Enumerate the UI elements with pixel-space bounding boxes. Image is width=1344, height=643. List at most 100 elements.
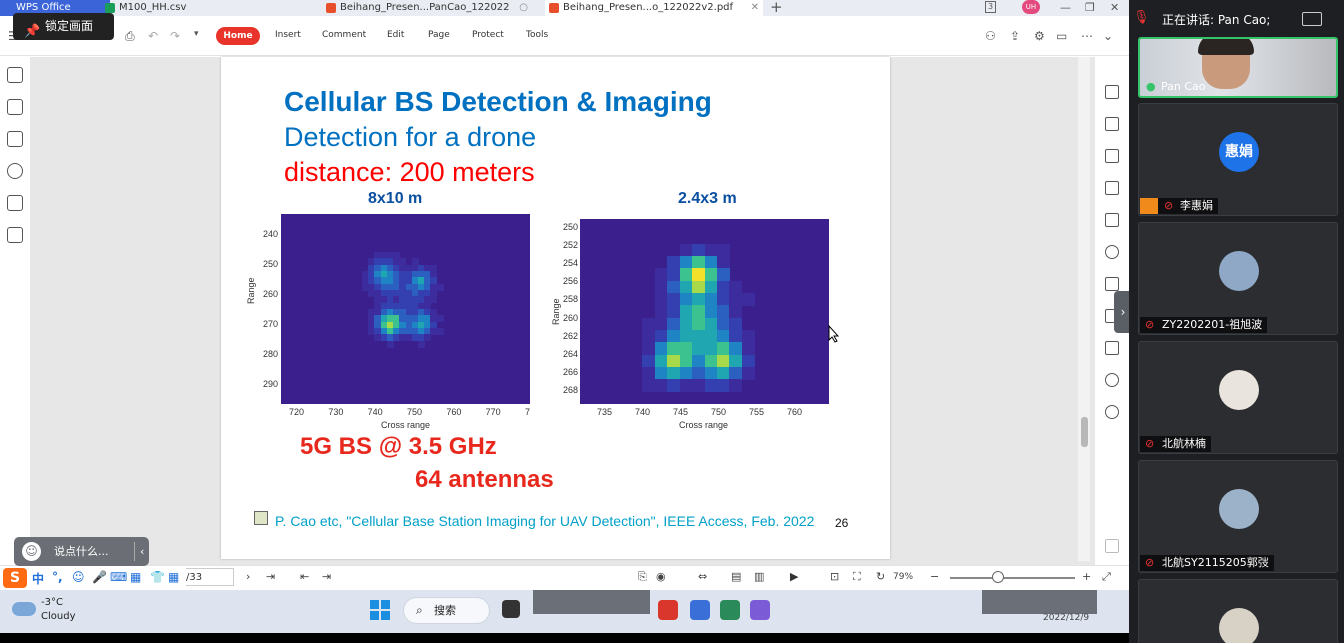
minimize-icon[interactable]: — [1060, 1, 1071, 14]
emoji-icon[interactable]: ☺ [72, 570, 85, 584]
mic-icon[interactable]: 🎤 [92, 570, 107, 584]
menu-comment[interactable]: Comment [322, 30, 366, 40]
compare-icon[interactable] [1105, 277, 1119, 291]
user-avatar[interactable]: UH [1022, 0, 1040, 14]
close-icon[interactable]: ✕ [1110, 1, 1119, 14]
tick-label: 290 [263, 379, 279, 389]
skin-icon[interactable]: 👕 [150, 570, 165, 584]
participant-tile[interactable]: 惠娟 ⊘ 李惠娟 [1138, 103, 1338, 216]
settings-icon[interactable]: ⚙ [1034, 29, 1045, 43]
participant-tile[interactable]: ⊘ ZY2202201-祖旭波 [1138, 222, 1338, 335]
single-page-icon[interactable]: ▤ [731, 570, 741, 583]
participant-name: ⊘ 李惠娟 [1140, 198, 1218, 214]
undo-icon[interactable]: ↶ [148, 29, 158, 43]
comment-icon[interactable]: ▭ [1056, 29, 1067, 43]
participant-tile[interactable]: ⊘ 北航SY2115205郭弢 [1138, 460, 1338, 573]
close-icon[interactable]: ✕ [751, 0, 759, 16]
chevron-left-icon[interactable]: ‹ [140, 537, 144, 566]
rotate-icon[interactable]: ↻ [876, 570, 885, 583]
task-view-icon[interactable] [502, 600, 520, 618]
menu-tools[interactable]: Tools [526, 30, 548, 40]
menu-page[interactable]: Page [428, 30, 450, 40]
close-icon[interactable]: ○ [519, 0, 528, 16]
keyboard-icon[interactable]: ⌨ [110, 570, 127, 584]
menu-insert[interactable]: Insert [275, 30, 301, 40]
chevron-down-icon[interactable]: ⌄ [1103, 29, 1113, 43]
date[interactable]: 2022/12/9 [1043, 613, 1089, 623]
more-icon[interactable]: ⋯ [1081, 29, 1093, 43]
crop-icon[interactable] [1105, 213, 1119, 227]
bookmark-icon[interactable] [7, 67, 23, 83]
signature-icon[interactable] [7, 195, 23, 211]
app-icon[interactable] [750, 600, 770, 620]
play-icon[interactable]: ▶ [790, 570, 798, 583]
export-icon[interactable]: ⎘ [638, 570, 647, 584]
lock-screen-tooltip[interactable]: 📌 锁定画面 [13, 13, 114, 40]
help-icon[interactable] [1105, 405, 1119, 419]
pdf-convert-icon[interactable] [1105, 85, 1119, 99]
translate-icon[interactable] [1105, 341, 1119, 355]
taskbar-search[interactable]: ⌕ 搜索 [403, 597, 490, 624]
last-page-icon[interactable]: ⇥ [266, 570, 275, 583]
chevron-down-icon[interactable]: ▾ [194, 29, 199, 39]
eye-icon[interactable]: ◉ [656, 570, 666, 583]
app-icon[interactable] [720, 600, 740, 620]
print-icon[interactable]: ⎙ [125, 29, 135, 44]
workspace-counter[interactable]: 3 [985, 1, 997, 13]
windows-start-icon[interactable] [370, 600, 390, 620]
grid-icon[interactable] [1105, 539, 1119, 553]
weather-condition[interactable]: Cloudy [41, 611, 75, 622]
zoom-slider-knob[interactable] [992, 571, 1004, 583]
ime-voice-popup[interactable]: ☺ 说点什么... ‹ [14, 537, 149, 566]
edit-icon[interactable] [1105, 117, 1119, 131]
punctuation-icon[interactable]: °, [52, 570, 63, 584]
participant-tile[interactable]: ⊘ 北航林楠 [1138, 341, 1338, 454]
thumbnail-icon[interactable] [7, 99, 23, 115]
zoom-level[interactable]: 79% [893, 572, 913, 582]
sogou-logo[interactable]: S [3, 568, 27, 588]
tab-pdf-1[interactable]: Beihang_Presen...PanCao_122022 ○ [322, 0, 532, 16]
upload-icon[interactable]: ⇪ [1010, 29, 1020, 43]
minimize-panel-icon[interactable] [1302, 12, 1322, 26]
toolbox-icon[interactable]: ▦ [130, 570, 141, 584]
wps-app-icon[interactable] [658, 600, 678, 620]
attachment-icon[interactable] [7, 163, 23, 179]
menu-edit[interactable]: Edit [387, 30, 404, 40]
menu-protect[interactable]: Protect [472, 30, 504, 40]
app-icon[interactable] [690, 600, 710, 620]
participant-tile[interactable]: ● Pan Cao [1138, 37, 1338, 98]
layers-icon[interactable] [7, 227, 23, 243]
ime-lang[interactable]: 中 [32, 570, 44, 587]
scrollbar-thumb[interactable] [1081, 417, 1088, 447]
fit-width-icon[interactable]: ⇔ [698, 570, 707, 583]
forward-icon[interactable]: ⇥ [322, 570, 331, 583]
share-user-icon[interactable]: ⚇ [985, 29, 996, 43]
search-icon[interactable] [1105, 373, 1119, 387]
zoom-out-icon[interactable]: − [930, 570, 939, 583]
sign-icon[interactable] [1105, 181, 1119, 195]
back-icon[interactable]: ⇤ [300, 570, 309, 583]
actual-size-icon[interactable]: ⊡ [830, 570, 839, 583]
pen-icon[interactable] [1105, 245, 1119, 259]
grid-icon[interactable]: ▦ [168, 570, 179, 584]
note-icon[interactable] [254, 511, 268, 525]
page-input[interactable]: /33 [182, 568, 234, 586]
search-icon: ⌕ [416, 603, 423, 617]
zoom-slider[interactable] [950, 577, 1075, 579]
export-icon[interactable] [1105, 149, 1119, 163]
next-page-icon[interactable]: › [246, 570, 250, 583]
tab-csv[interactable]: M100_HH.csv [101, 0, 286, 16]
temperature[interactable]: -3°C [41, 597, 63, 608]
vertical-scrollbar[interactable] [1078, 57, 1090, 561]
zoom-in-icon[interactable]: + [1082, 570, 1091, 583]
restore-icon[interactable]: ❐ [1085, 1, 1095, 14]
double-page-icon[interactable]: ▥ [754, 570, 764, 583]
tab-home[interactable]: Home [216, 27, 260, 45]
redo-icon[interactable]: ↷ [170, 29, 180, 43]
fullscreen-icon[interactable]: ⤢ [1102, 570, 1111, 584]
new-tab-button[interactable]: + [770, 0, 783, 15]
comment-icon[interactable] [7, 131, 23, 147]
tab-pdf-2[interactable]: Beihang_Presen...o_122022v2.pdf ✕ [545, 0, 763, 16]
participant-tile[interactable] [1138, 579, 1338, 643]
fit-page-icon[interactable]: ⛶ [853, 570, 861, 584]
